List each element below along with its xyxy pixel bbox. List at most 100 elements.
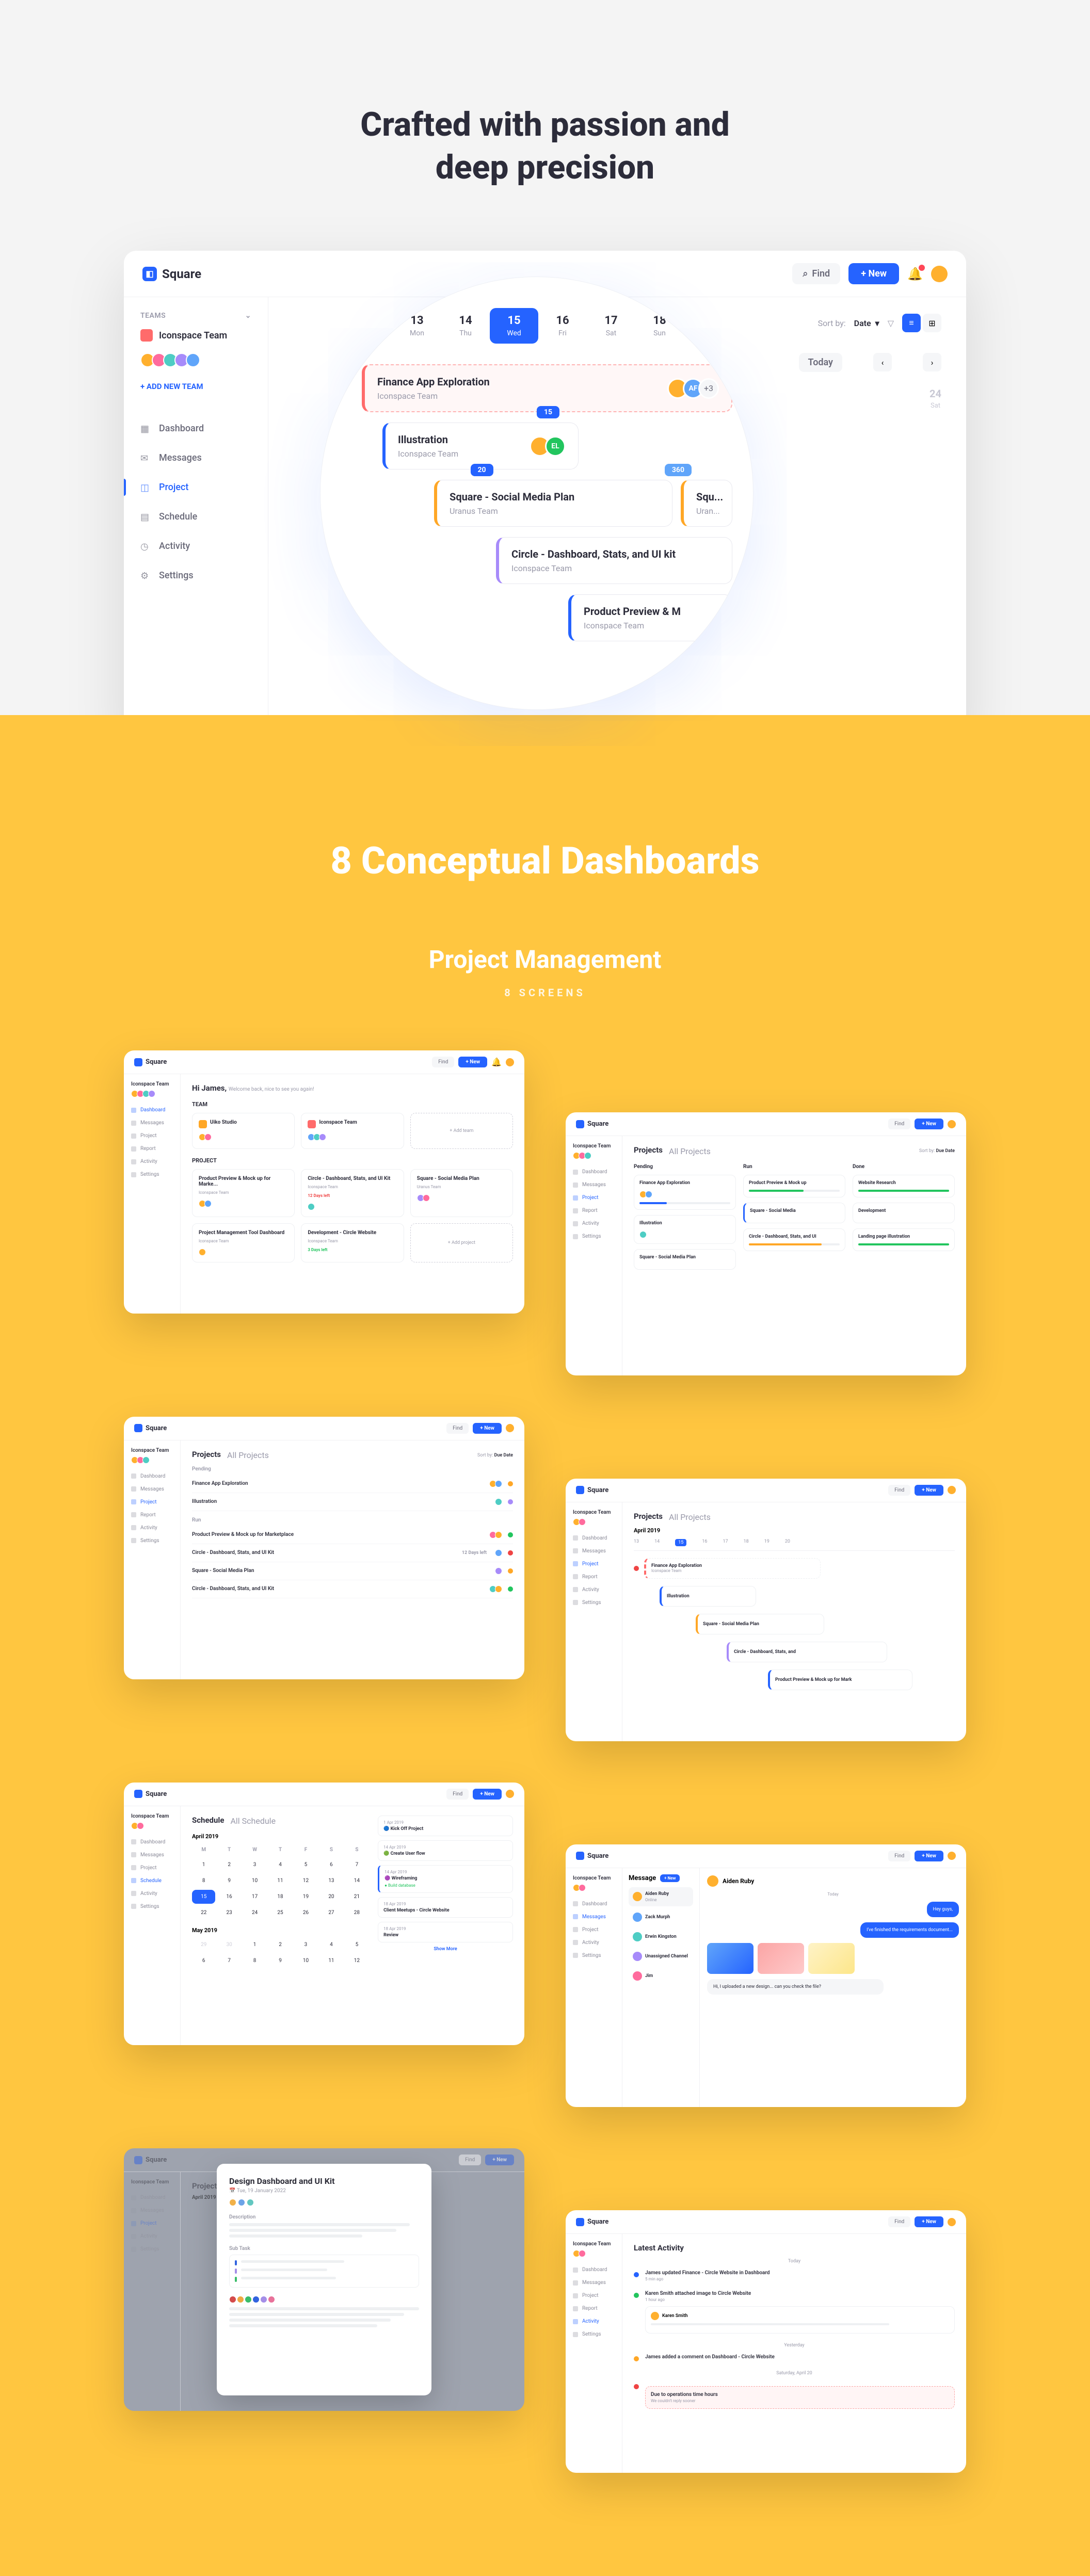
project-card[interactable]: Product Preview & Mock up for Marke...Ic… [192,1169,295,1217]
add-project-card[interactable]: + Add project [410,1223,513,1262]
day-cell[interactable]: 14Thu [441,308,490,344]
new-button[interactable]: + New [848,263,899,284]
contact-item[interactable]: Aiden RubyOnline [629,1887,693,1906]
project-card[interactable]: Project Management Tool DashboardIconspa… [192,1223,295,1262]
kanban-card[interactable]: Square - Social Media [743,1203,845,1223]
app-logo[interactable]: ◧ Square [142,267,201,281]
find-button[interactable]: ⌕ Find [792,263,840,284]
team-item[interactable]: Iconspace Team [140,320,251,351]
add-team-card[interactable]: + Add team [410,1113,513,1149]
add-team-button[interactable]: + ADD NEW TEAM [140,376,251,397]
contact-item[interactable]: Jim [629,1967,693,1985]
task-card[interactable]: Squ... Uran... [681,480,732,527]
kanban-card[interactable]: Circle - Dashboard, Stats, and UI [743,1228,845,1251]
list-row[interactable]: Illustration [192,1493,513,1511]
section-title: 8 Conceptual Dashboards [0,839,1090,883]
assignee-avatar[interactable]: EL [545,436,566,457]
task-card[interactable]: Illustration Iconspace Team EL 20 360 [382,423,579,469]
folder-icon: ◫ [140,482,151,493]
task-title: Squ... [696,491,719,503]
kanban-card[interactable]: Illustration [634,1215,736,1244]
find-button[interactable]: Find [432,1057,454,1067]
project-card[interactable]: Circle - Dashboard, Stats, and UI KitIco… [301,1169,404,1217]
timeline-view-button[interactable]: ≡ [902,314,921,332]
team-card[interactable]: Iconspace Team [301,1113,404,1149]
nav-messages[interactable]: Messages [131,1116,173,1129]
sort-value[interactable]: Date ▾ [854,318,879,328]
task-card[interactable]: Product Preview & M Iconspace Team [568,594,732,641]
filter-icon[interactable]: ▽ [888,318,894,328]
show-more-link[interactable]: Show More [378,1947,513,1952]
contact-item[interactable]: Unassigned Channel [629,1948,693,1965]
app-window: ◧ Square ⌕ Find + New 🔔 [124,251,966,746]
notifications-button[interactable]: 🔔 [907,267,923,281]
day-cell[interactable]: 16Fri [538,308,587,344]
user-avatar[interactable] [931,266,948,282]
avatar[interactable] [506,1058,514,1066]
yellow-section: 8 Conceptual Dashboards Project Manageme… [0,715,1090,2576]
member-avatar[interactable] [186,353,200,367]
hero-section: Crafted with passion and deep precision … [0,0,1090,746]
list-row[interactable]: Product Preview & Mock up for Marketplac… [192,1526,513,1544]
logo-icon: ◧ [142,267,157,281]
nav-schedule[interactable]: ▤Schedule [124,502,268,531]
nav-dashboard[interactable]: Dashboard [131,1104,173,1116]
task-card[interactable]: Circle - Dashboard, Stats, and UI kit Ic… [496,537,732,584]
hero-title-line2: deep precision [436,148,654,187]
new-button[interactable]: + New [458,1057,487,1067]
event-card[interactable]: 14 Apr 2019🟣 Wireframing● Build database [378,1865,513,1893]
nav-settings[interactable]: Settings [131,1168,173,1181]
next-button[interactable]: › [923,353,941,371]
kanban-card[interactable]: Website Research [853,1175,955,1197]
kanban-card[interactable]: Finance App Exploration [634,1175,736,1210]
section-label: PROJECT [192,1157,513,1164]
today-button[interactable]: Today [799,353,843,372]
nav-project[interactable]: ◫Project [124,473,268,502]
task-team: Iconspace Team [511,563,719,573]
nav-report[interactable]: Report [131,1142,173,1155]
screenshot-grid: SquareFind+ New🔔 Iconspace Team Dashboar… [0,1050,1090,2473]
gear-icon: ⚙ [140,571,151,581]
task-card[interactable]: Finance App Exploration Iconspace Team A… [362,364,732,412]
nav-settings[interactable]: ⚙Settings [124,561,268,590]
kanban-card[interactable]: Product Preview & Mock up [743,1175,845,1197]
event-card[interactable]: 18 Apr 2019Review [378,1922,513,1942]
list-row[interactable]: Square - Social Media Plan [192,1562,513,1580]
nav-dashboard[interactable]: ▦Dashboard [124,414,268,443]
task-title: Product Preview & M [584,605,719,618]
task-team: Uran... [696,506,719,516]
kanban-card[interactable]: Square - Social Media Plan [634,1249,736,1270]
project-card[interactable]: Development - Circle WebsiteIconspace Te… [301,1223,404,1262]
team-name: Iconspace Team [131,1081,173,1087]
project-card[interactable]: Square - Social Media PlanUranus Team [410,1169,513,1217]
grid-view-button[interactable]: ⊞ [923,314,941,332]
more-assignees[interactable]: +3 [698,378,719,399]
bell-icon[interactable]: 🔔 [491,1057,502,1067]
list-row[interactable]: Circle - Dashboard, Stats, and UI Kit12 … [192,1544,513,1562]
kanban-card[interactable]: Landing page illustration [853,1228,955,1251]
nav-messages[interactable]: ✉Messages [124,443,268,473]
list-row[interactable]: Circle - Dashboard, Stats, and UI Kit [192,1580,513,1598]
contact-item[interactable]: Zack Murph [629,1908,693,1926]
event-card[interactable]: 14 Apr 2019🟢 Create User flow [378,1840,513,1861]
team-card[interactable]: Uiko Studio [192,1113,295,1149]
prev-button[interactable]: ‹ [873,353,892,371]
chevron-down-icon[interactable]: ⌄ [245,312,251,320]
nav-project[interactable]: Project [131,1129,173,1142]
day-cell[interactable]: 17Sat [587,308,635,344]
nav-activity[interactable]: Activity [131,1155,173,1168]
contact-item[interactable]: Erwin Kingston [629,1928,693,1946]
kanban-card[interactable]: Development [853,1203,955,1223]
task-team: Uranus Team [450,506,660,516]
view-toggle: ≡ ⊞ [902,314,941,332]
event-card[interactable]: 1 Apr 2019🔵 Kick Off Project [378,1816,513,1836]
event-card[interactable]: 18 Apr 2019Client Meetups - Circle Websi… [378,1897,513,1918]
chat-bubble: Hi, I uploaded a new design... can you c… [707,1979,884,1995]
section-label: TEAM [192,1101,513,1108]
task-card[interactable]: Square - Social Media Plan Uranus Team [434,480,672,527]
day-cell-active[interactable]: 15Wed [490,308,538,344]
list-row[interactable]: Finance App Exploration [192,1475,513,1493]
nav-list: ▦Dashboard ✉Messages ◫Project ▤Schedule … [124,414,268,590]
screenshot-gantt: SquareFind+ New Iconspace Team Dashboard… [566,1479,966,1741]
nav-activity[interactable]: ◷Activity [124,531,268,561]
